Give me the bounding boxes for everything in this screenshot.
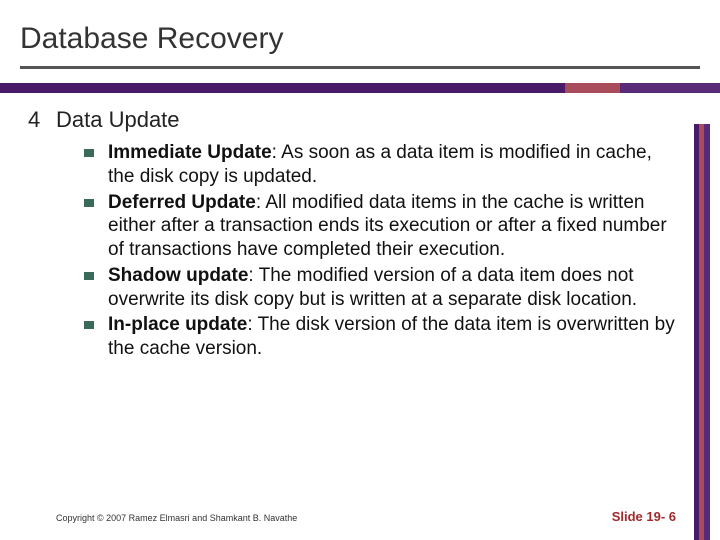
square-bullet-icon	[84, 321, 94, 329]
bullet-text: Immediate Update: As soon as a data item…	[108, 141, 682, 189]
copyright-text: Copyright © 2007 Ramez Elmasri and Shamk…	[56, 513, 297, 523]
section-row: 4 Data Update	[28, 107, 692, 133]
band-seg-purple	[0, 83, 565, 93]
right-stripe	[694, 124, 710, 540]
bullet-term: Immediate Update	[108, 142, 272, 163]
band-seg-violet	[620, 83, 720, 93]
bullet-text: In-place update: The disk version of the…	[108, 313, 682, 361]
list-item: In-place update: The disk version of the…	[84, 313, 682, 361]
accent-band	[0, 83, 720, 93]
bullet-list: Immediate Update: As soon as a data item…	[28, 141, 692, 361]
bullet-term: In-place update	[108, 314, 247, 335]
square-bullet-icon	[84, 272, 94, 280]
title-block: Database Recovery	[0, 0, 720, 60]
band-seg-rose	[565, 83, 620, 93]
stripe-violet	[704, 124, 710, 540]
bullet-text: Shadow update: The modified version of a…	[108, 264, 682, 312]
bullet-text: Deferred Update: All modified data items…	[108, 191, 682, 262]
slide: Database Recovery 4 Data Update Immediat…	[0, 0, 720, 540]
square-bullet-icon	[84, 149, 94, 157]
footer: Copyright © 2007 Ramez Elmasri and Shamk…	[0, 509, 720, 524]
bullet-term: Deferred Update	[108, 192, 256, 213]
list-item: Shadow update: The modified version of a…	[84, 264, 682, 312]
title-rule	[20, 66, 700, 69]
section-heading: Data Update	[56, 107, 180, 133]
list-item: Immediate Update: As soon as a data item…	[84, 141, 682, 189]
square-bullet-icon	[84, 199, 94, 207]
bullet-term: Shadow update	[108, 265, 248, 286]
content-area: 4 Data Update Immediate Update: As soon …	[0, 93, 720, 361]
section-number: 4	[28, 107, 56, 133]
list-item: Deferred Update: All modified data items…	[84, 191, 682, 262]
slide-number: Slide 19- 6	[612, 509, 692, 524]
page-title: Database Recovery	[20, 22, 700, 56]
